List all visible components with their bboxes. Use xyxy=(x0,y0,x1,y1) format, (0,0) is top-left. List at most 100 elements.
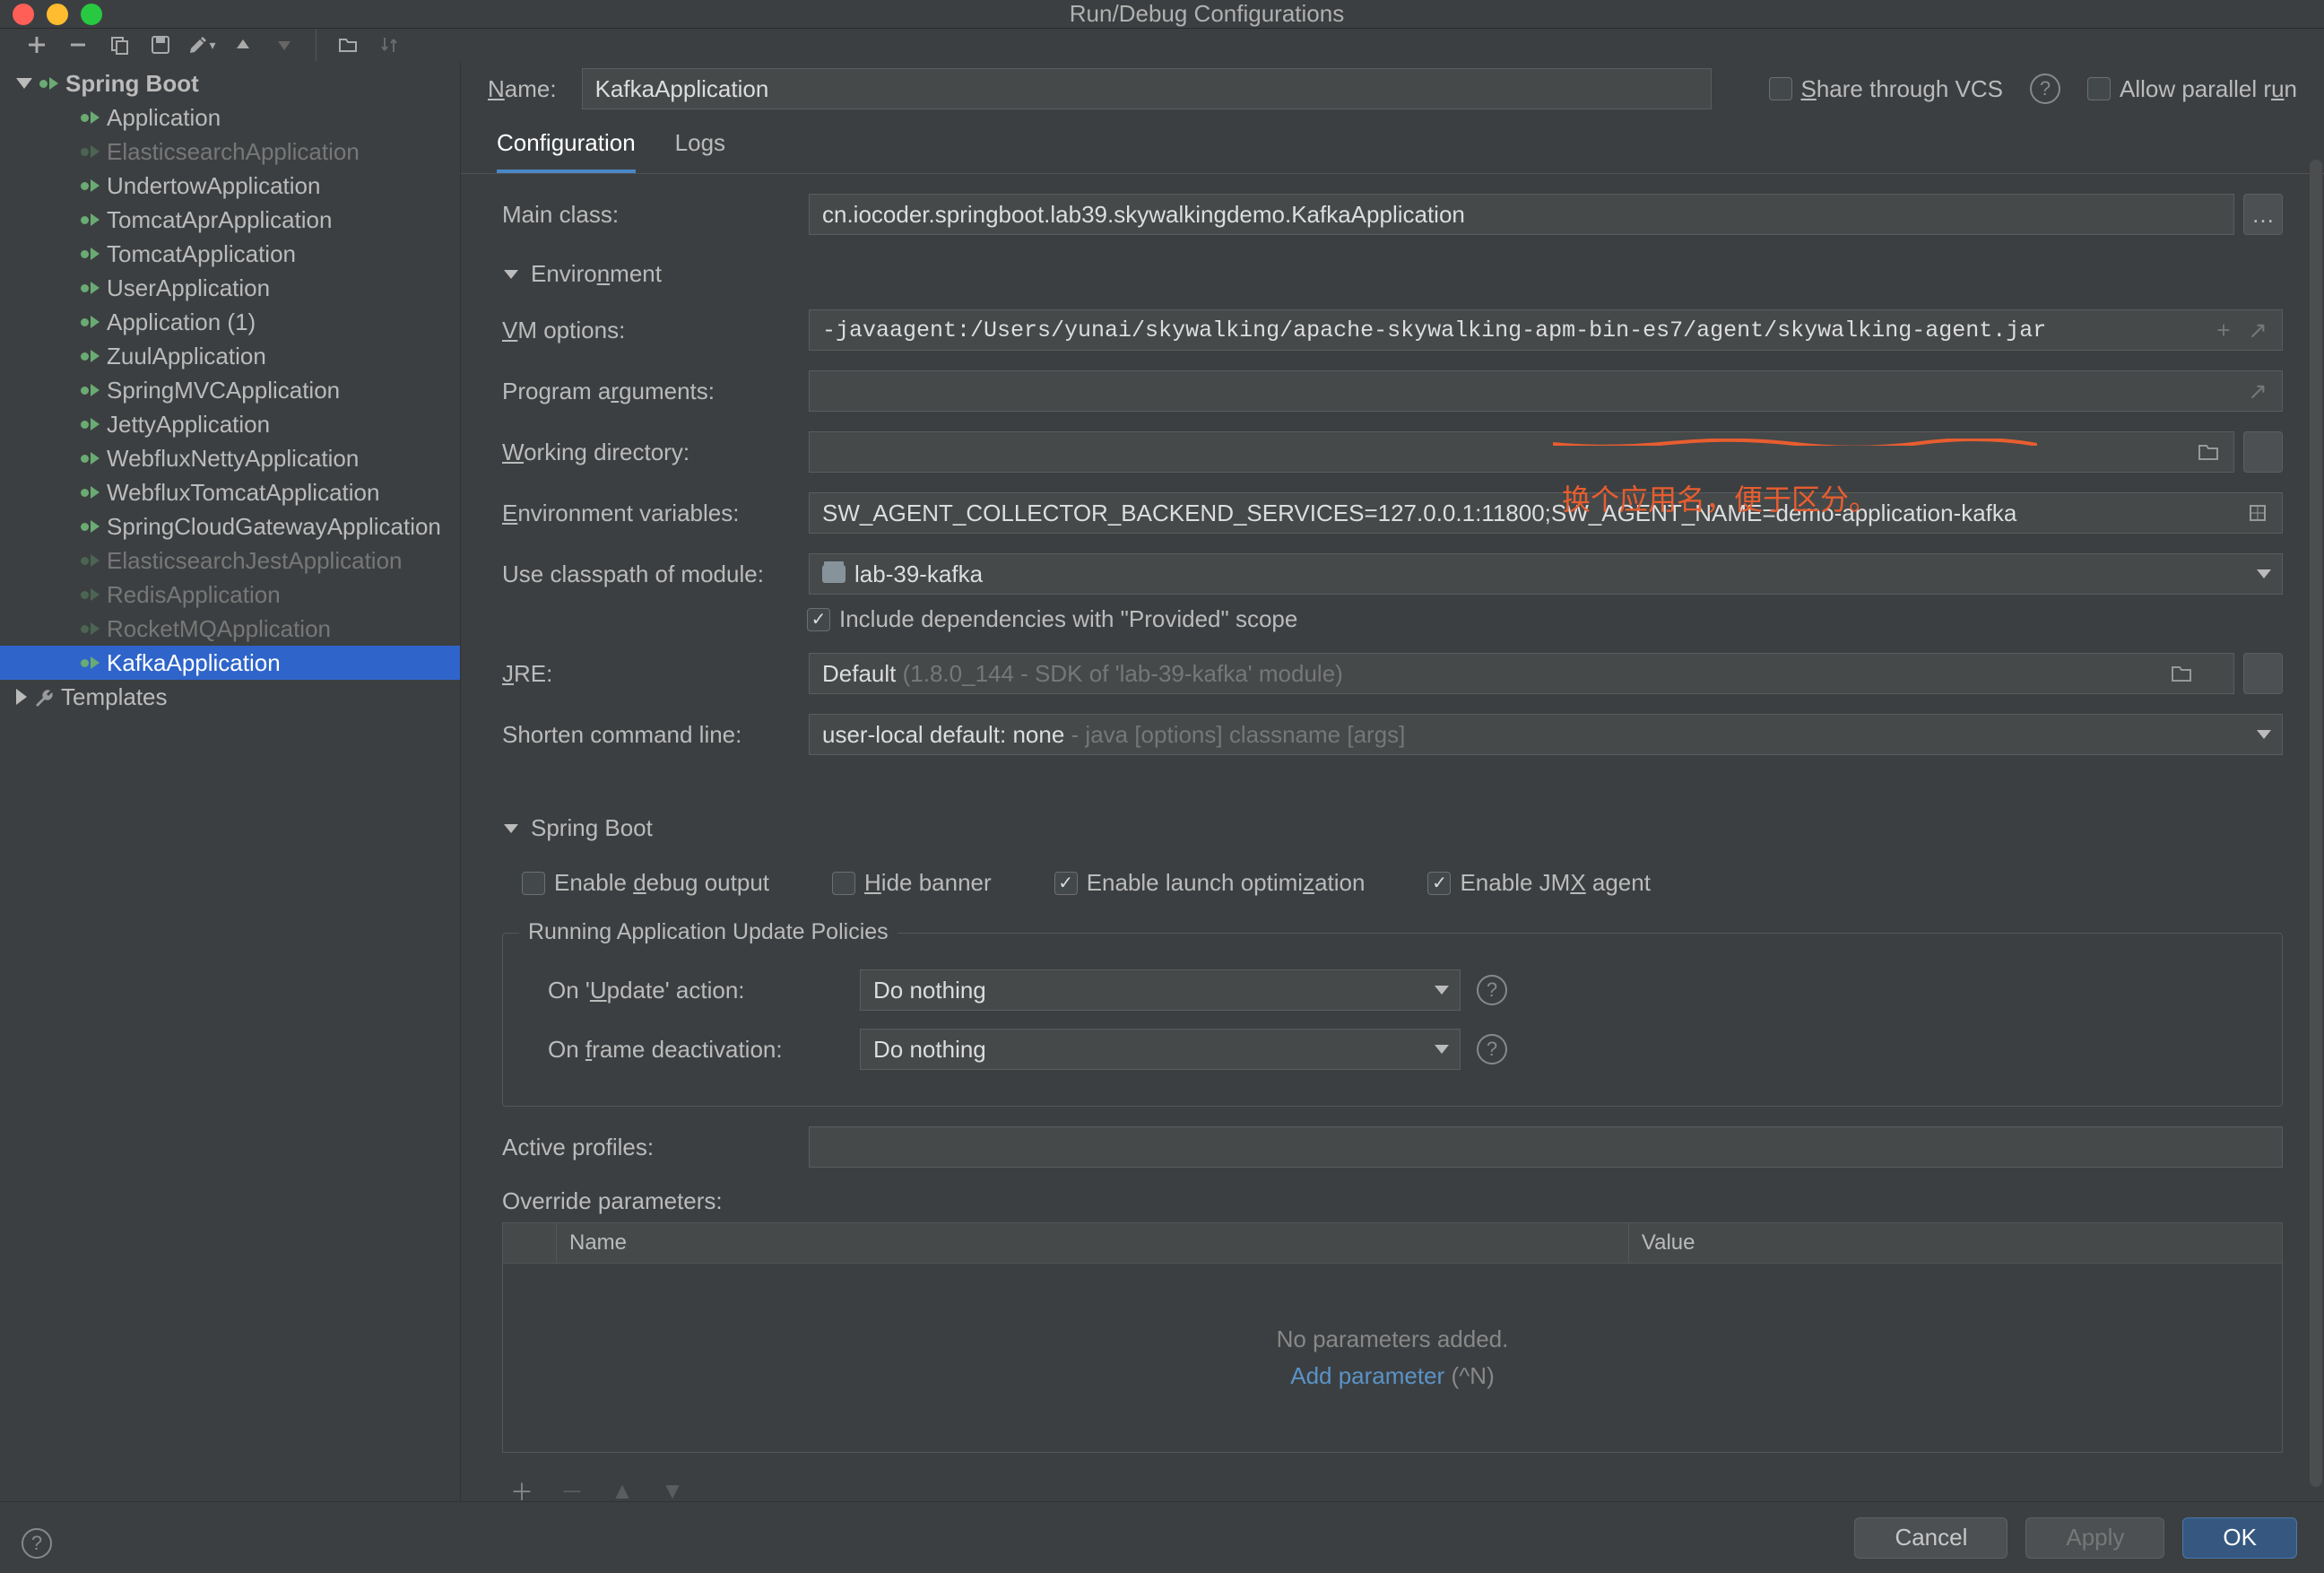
remove-config-icon[interactable] xyxy=(63,30,93,60)
environment-section-header[interactable]: Environment xyxy=(502,255,2283,290)
update-policies-legend: Running Application Update Policies xyxy=(519,919,898,945)
config-tree[interactable]: Spring BootApplicationElasticsearchAppli… xyxy=(0,61,460,719)
help-icon[interactable]: ? xyxy=(1477,1034,1507,1065)
tree-item[interactable]: UndertowApplication xyxy=(0,169,460,203)
shorten-label: Shorten command line: xyxy=(502,721,798,749)
help-icon[interactable]: ? xyxy=(2030,74,2060,104)
working-dir-dropdown-button[interactable] xyxy=(2243,431,2283,473)
add-parameter-link[interactable]: Add parameter xyxy=(1290,1362,1444,1389)
jre-label: JRE: xyxy=(502,660,798,688)
active-profiles-input[interactable] xyxy=(809,1126,2283,1168)
enable-launch-opt-checkbox[interactable]: Enable launch optimization xyxy=(1054,869,1366,897)
empty-table-hint: No parameters added. xyxy=(1277,1325,1509,1353)
tree-item[interactable]: TomcatApplication xyxy=(0,237,460,271)
cancel-button[interactable]: Cancel xyxy=(1854,1517,2007,1559)
move-down-icon[interactable] xyxy=(269,30,299,60)
enable-jmx-checkbox[interactable]: Enable JMX agent xyxy=(1427,869,1650,897)
expand-field-icon[interactable]: ↗ xyxy=(2245,317,2270,343)
tree-item[interactable]: TomcatAprApplication xyxy=(0,203,460,237)
config-tree-sidebar: Spring BootApplicationElasticsearchAppli… xyxy=(0,61,461,1573)
share-vcs-checkbox[interactable]: Share through VCS xyxy=(1769,75,2003,103)
apply-button[interactable]: Apply xyxy=(2025,1517,2164,1559)
save-config-icon[interactable] xyxy=(145,30,176,60)
name-label: Name: xyxy=(488,75,557,103)
help-button[interactable]: ? xyxy=(22,1528,52,1559)
tree-item[interactable]: JettyApplication xyxy=(0,407,460,441)
include-provided-checkbox[interactable]: Include dependencies with "Provided" sco… xyxy=(807,605,1297,633)
tree-item[interactable]: SpringCloudGatewayApplication xyxy=(0,509,460,543)
edit-defaults-icon[interactable]: ▾ xyxy=(186,30,217,60)
tree-item[interactable]: WebfluxNettyApplication xyxy=(0,441,460,475)
env-vars-input[interactable] xyxy=(809,492,2283,534)
tree-item[interactable]: ElasticsearchJestApplication xyxy=(0,543,460,578)
tree-item[interactable]: UserApplication xyxy=(0,271,460,305)
main-panel: Name: Share through VCS ? Allow parallel… xyxy=(461,61,2324,1573)
folder-icon[interactable] xyxy=(333,30,363,60)
jre-dropdown[interactable]: Default (1.8.0_144 - SDK of 'lab-39-kafk… xyxy=(809,653,2234,694)
edit-env-vars-icon[interactable] xyxy=(2245,500,2270,526)
allow-parallel-checkbox[interactable]: Allow parallel run xyxy=(2087,75,2297,103)
titlebar: Run/Debug Configurations xyxy=(0,0,2324,29)
tree-category-spring-boot[interactable]: Spring Boot xyxy=(0,66,460,100)
tab-logs[interactable]: Logs xyxy=(675,129,725,173)
tree-templates[interactable]: Templates xyxy=(0,680,460,714)
classpath-label: Use classpath of module: xyxy=(502,561,798,588)
insert-macro-icon[interactable]: + xyxy=(2211,317,2236,343)
main-class-label: Main class: xyxy=(502,201,798,229)
traffic-lights xyxy=(13,4,102,25)
override-params-table: Name Value No parameters added. Add para… xyxy=(502,1222,2283,1453)
override-params-label: Override parameters: xyxy=(502,1187,2283,1215)
config-form: Main class: … Environment VM options: xyxy=(461,174,2324,1528)
browse-folder-icon[interactable] xyxy=(2196,439,2221,465)
zoom-window-icon[interactable] xyxy=(81,4,102,25)
close-window-icon[interactable] xyxy=(13,4,34,25)
tree-item[interactable]: RocketMQApplication xyxy=(0,612,460,646)
vm-options-label: VM options: xyxy=(502,317,798,344)
expand-field-icon[interactable]: ↗ xyxy=(2245,378,2270,404)
on-update-dropdown[interactable]: Do nothing xyxy=(860,969,1461,1011)
move-up-icon[interactable] xyxy=(228,30,258,60)
active-profiles-label: Active profiles: xyxy=(502,1134,798,1161)
param-add-icon[interactable]: ＋ xyxy=(509,1478,534,1503)
tree-item[interactable]: ElasticsearchApplication xyxy=(0,135,460,169)
spring-boot-section-header[interactable]: Spring Boot xyxy=(502,809,2283,844)
config-toolbar: ▾ xyxy=(0,29,2324,61)
on-frame-dropdown[interactable]: Do nothing xyxy=(860,1029,1461,1070)
on-frame-label: On frame deactivation: xyxy=(548,1036,844,1064)
working-dir-input[interactable] xyxy=(809,431,2234,473)
help-icon[interactable]: ? xyxy=(1477,975,1507,1005)
on-update-label: On 'Update' action: xyxy=(548,977,844,1004)
tree-item[interactable]: RedisApplication xyxy=(0,578,460,612)
jre-dropdown-caret[interactable] xyxy=(2243,653,2283,694)
scrollbar-thumb[interactable] xyxy=(2310,160,2322,1487)
tab-configuration[interactable]: Configuration xyxy=(497,129,636,173)
tree-item[interactable]: ZuulApplication xyxy=(0,339,460,373)
tree-item[interactable]: KafkaApplication xyxy=(0,646,460,680)
vm-options-input[interactable] xyxy=(809,309,2283,351)
ok-button[interactable]: OK xyxy=(2182,1517,2297,1559)
update-policies-group: Running Application Update Policies On '… xyxy=(502,933,2283,1107)
param-remove-icon: － xyxy=(559,1478,585,1503)
hide-banner-checkbox[interactable]: Hide banner xyxy=(832,869,992,897)
shorten-dropdown[interactable]: user-local default: none - java [options… xyxy=(809,714,2283,755)
tree-item[interactable]: Application (1) xyxy=(0,305,460,339)
classpath-dropdown[interactable]: lab-39-kafka xyxy=(809,553,2283,595)
tree-item[interactable]: Application xyxy=(0,100,460,135)
program-args-input[interactable] xyxy=(809,370,2283,412)
minimize-window-icon[interactable] xyxy=(47,4,68,25)
browse-jre-icon[interactable] xyxy=(2169,661,2194,686)
module-icon xyxy=(822,565,854,583)
browse-main-class-button[interactable]: … xyxy=(2243,194,2283,235)
tree-item[interactable]: WebfluxTomcatApplication xyxy=(0,475,460,509)
add-config-icon[interactable] xyxy=(22,30,52,60)
param-up-icon: ▲ xyxy=(610,1478,635,1503)
tree-item[interactable]: SpringMVCApplication xyxy=(0,373,460,407)
copy-config-icon[interactable] xyxy=(104,30,134,60)
table-col-value: Value xyxy=(1629,1223,2282,1263)
enable-debug-checkbox[interactable]: Enable debug output xyxy=(522,869,769,897)
dialog-footer: ? Cancel Apply OK xyxy=(0,1501,2324,1573)
name-input[interactable] xyxy=(582,68,1712,109)
window-title: Run/Debug Configurations xyxy=(102,0,2311,28)
sort-icon[interactable] xyxy=(374,30,404,60)
main-class-input[interactable] xyxy=(809,194,2234,235)
